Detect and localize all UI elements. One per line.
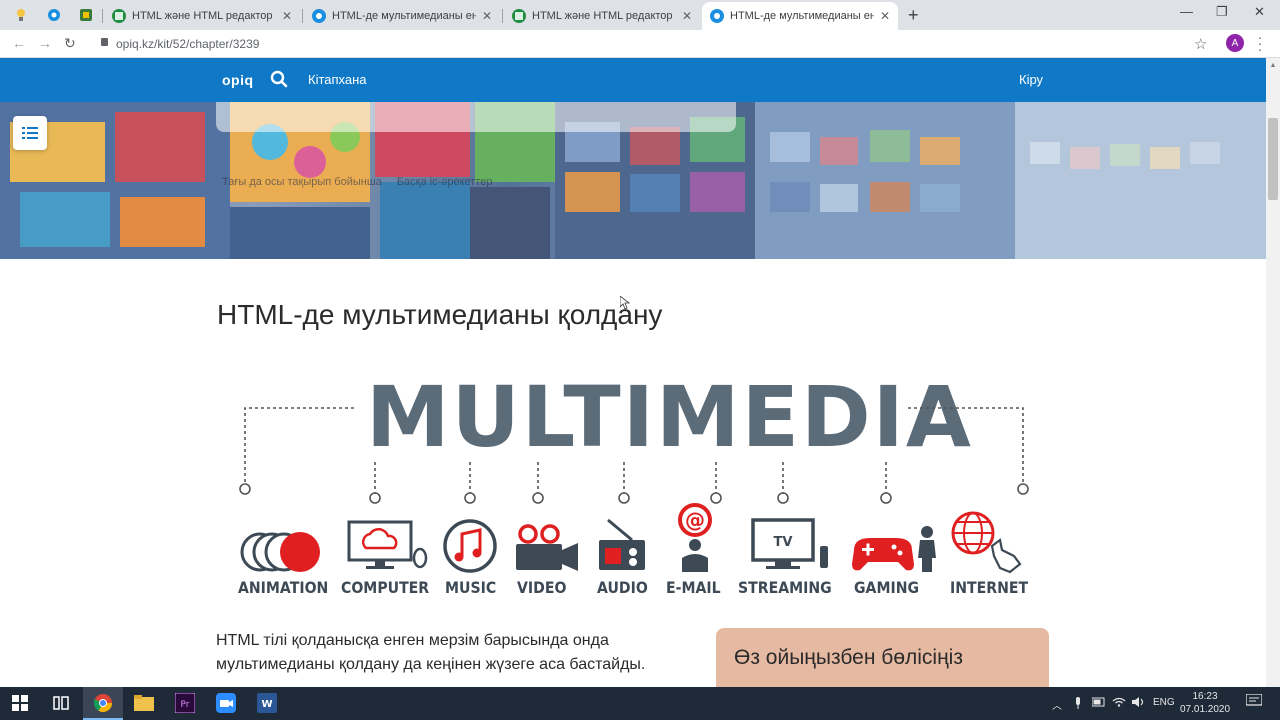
- clock-date: 07.01.2020: [1180, 704, 1231, 715]
- pinned-tab-lightbulb-icon[interactable]: [10, 5, 32, 25]
- input-language[interactable]: ENG: [1153, 697, 1175, 708]
- video-label: VIDEO: [517, 578, 567, 597]
- other-actions-link[interactable]: Басқа іс-әрекеттер: [397, 176, 493, 188]
- computer-label: COMPUTER: [341, 578, 430, 597]
- table-of-contents-button[interactable]: [13, 116, 47, 150]
- svg-text:W: W: [261, 699, 272, 710]
- login-link[interactable]: Кіру: [1019, 72, 1043, 87]
- close-icon[interactable]: ✕: [482, 9, 492, 23]
- tab-title: HTML-де мультимедианы енгіз: [730, 10, 874, 22]
- profile-avatar[interactable]: A: [1226, 34, 1244, 52]
- site-logo[interactable]: opiq: [222, 72, 254, 88]
- window-close-icon[interactable]: ✕: [1254, 4, 1265, 20]
- search-icon[interactable]: [270, 70, 288, 93]
- page-title: HTML-де мультимедианы қолдану: [217, 299, 663, 330]
- bookmark-star-icon[interactable]: ☆: [1194, 35, 1207, 53]
- zoom-icon[interactable]: [215, 692, 237, 714]
- url-text: opiq.kz/kit/52/chapter/3239: [116, 37, 260, 51]
- video-camera-icon: [516, 524, 578, 571]
- list-icon: [22, 127, 38, 139]
- pinned-tab-sheets-icon[interactable]: [75, 5, 97, 25]
- email-label: E-MAIL: [666, 578, 721, 597]
- back-arrow-icon[interactable]: ←: [12, 35, 26, 51]
- browser-menu-icon[interactable]: · · ·: [1256, 30, 1264, 56]
- tv-badge-text: TV: [774, 535, 793, 550]
- gaming-label: GAMING: [854, 578, 920, 597]
- task-view-icon[interactable]: [50, 692, 72, 714]
- close-icon[interactable]: ✕: [282, 9, 292, 23]
- close-icon[interactable]: ✕: [880, 9, 890, 23]
- tab-title: HTML-де мультимедианы енгіз: [332, 10, 476, 22]
- address-bar-row: ← → ↻ opiq.kz/kit/52/chapter/3239 ☆: [0, 30, 1280, 58]
- battery-icon[interactable]: [1091, 697, 1106, 710]
- tab-2[interactable]: HTML-де мультимедианы енгіз ✕: [304, 2, 500, 30]
- wifi-icon[interactable]: [1112, 697, 1126, 710]
- article-body: HTML тілі қолданысқа енген мерзім барысы…: [216, 629, 686, 677]
- site-header: opiq Кітапхана Кіру: [0, 58, 1266, 102]
- tab-4-active[interactable]: HTML-де мультимедианы енгіз ✕: [702, 2, 898, 30]
- windows-start-icon[interactable]: [9, 692, 31, 714]
- share-opinion-title: Өз ойыңызбен бөлісіңіз: [734, 646, 963, 669]
- clock-time: 16:23: [1192, 691, 1218, 702]
- opiq-favicon-icon: [710, 9, 724, 23]
- radio-icon: [599, 518, 645, 570]
- spreadsheet-favicon-icon: [512, 9, 526, 23]
- notifications-icon[interactable]: [1245, 693, 1263, 711]
- scrollbar-thumb[interactable]: [1268, 118, 1278, 200]
- tray-chevron-icon[interactable]: ︿: [1052, 697, 1062, 712]
- gamepad-icon: [852, 526, 936, 572]
- multimedia-infographic: @ TV: [239, 407, 1029, 574]
- nav-library-link[interactable]: Кітапхана: [308, 72, 367, 87]
- audio-label: AUDIO: [597, 578, 648, 597]
- url-field[interactable]: opiq.kz/kit/52/chapter/3239: [100, 37, 259, 51]
- animation-icon: [240, 532, 320, 572]
- chrome-icon[interactable]: [92, 692, 114, 714]
- premiere-pro-icon[interactable]: Pr: [174, 692, 196, 714]
- opiq-favicon-icon: [312, 9, 326, 23]
- svg-text:Pr: Pr: [181, 700, 190, 710]
- close-icon[interactable]: ✕: [682, 9, 692, 23]
- music-icon: [443, 519, 497, 573]
- tab-1[interactable]: HTML және HTML редактор - и ✕: [104, 2, 300, 30]
- new-tab-plus-icon[interactable]: +: [908, 5, 919, 26]
- computer-icon: [347, 520, 428, 569]
- related-topic-link[interactable]: Тағы да осы тақырып бойынша: [222, 176, 382, 188]
- music-label: MUSIC: [445, 578, 497, 597]
- tab-title: HTML және HTML редактор - и: [532, 10, 676, 22]
- svg-text:@: @: [685, 508, 705, 532]
- word-icon[interactable]: W: [256, 692, 278, 714]
- mouse-cursor-icon: [620, 296, 630, 310]
- animation-label: ANIMATION: [238, 578, 329, 597]
- browser-tab-strip: HTML және HTML редактор - и ✕ HTML-де му…: [0, 0, 1280, 30]
- minimize-icon[interactable]: —: [1180, 4, 1193, 19]
- volume-icon[interactable]: [1132, 697, 1146, 710]
- tv-streaming-icon: TV: [751, 518, 828, 569]
- restore-icon[interactable]: ❐: [1216, 4, 1228, 20]
- forward-arrow-icon[interactable]: →: [38, 35, 52, 51]
- tab-title: HTML және HTML редактор - и: [132, 10, 276, 22]
- streaming-label: STREAMING: [738, 578, 832, 597]
- email-at-icon: @: [678, 503, 712, 572]
- globe-internet-icon: [951, 511, 1022, 574]
- pinned-tab-opiq-icon[interactable]: [43, 5, 65, 25]
- file-explorer-icon[interactable]: [133, 692, 155, 714]
- body-line: HTML тілі қолданысқа енген мерзім барысы…: [216, 632, 609, 649]
- reload-icon[interactable]: ↻: [64, 35, 76, 52]
- hero-search-card: [216, 102, 736, 132]
- body-line: мультимедианы қолдану да кеңінен жүзеге …: [216, 656, 646, 673]
- hero-banner: Тағы да осы тақырып бойынша Басқа іс-әре…: [0, 102, 1266, 259]
- spreadsheet-favicon-icon: [112, 9, 126, 23]
- microphone-icon[interactable]: [1074, 697, 1082, 712]
- tab-3[interactable]: HTML және HTML редактор - и ✕: [504, 2, 700, 30]
- scroll-up-arrow-icon[interactable]: ▲: [1268, 62, 1278, 72]
- hero-links: Тағы да осы тақырып бойынша Басқа іс-әре…: [222, 176, 505, 188]
- internet-label: INTERNET: [950, 578, 1029, 597]
- system-clock[interactable]: 16:23 07.01.2020: [1180, 690, 1230, 716]
